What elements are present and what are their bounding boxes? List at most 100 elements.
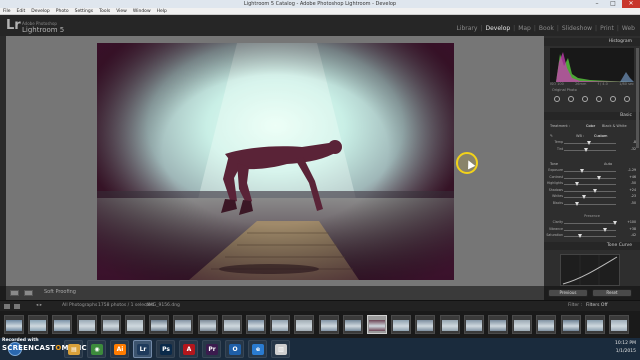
- vibrance-slider[interactable]: [564, 227, 616, 232]
- menu-edit[interactable]: Edit: [17, 8, 26, 15]
- reset-button[interactable]: Reset: [592, 289, 632, 297]
- filmstrip-thumbnail[interactable]: [28, 315, 49, 334]
- slider-knob[interactable]: [597, 175, 602, 180]
- filmstrip-thumbnail[interactable]: [76, 315, 97, 334]
- exposure-value[interactable]: -1.29: [620, 168, 636, 172]
- blacks-slider[interactable]: [564, 201, 616, 206]
- filmstrip-thumbnail[interactable]: [463, 315, 484, 334]
- clarity-value[interactable]: +100: [620, 220, 636, 224]
- filmstrip-thumbnail[interactable]: [536, 315, 557, 334]
- saturation-value[interactable]: -42: [620, 233, 636, 237]
- shadows-value[interactable]: +24: [620, 188, 636, 192]
- adjustment-brush-icon[interactable]: [624, 95, 630, 102]
- slider-knob[interactable]: [593, 188, 598, 193]
- histogram-header[interactable]: Histogram: [544, 38, 640, 46]
- filmstrip-thumbnail[interactable]: [318, 315, 339, 334]
- grid-view-icon[interactable]: [14, 304, 20, 309]
- panel-scrollbar[interactable]: [636, 48, 639, 148]
- filmstrip-thumbnail[interactable]: [173, 315, 194, 334]
- module-book[interactable]: Book: [539, 25, 554, 32]
- slider-knob[interactable]: [580, 169, 585, 173]
- blacks-value[interactable]: -50: [620, 201, 636, 205]
- filmstrip-thumbnail[interactable]: [342, 315, 363, 334]
- module-web[interactable]: Web: [622, 25, 635, 32]
- menu-window[interactable]: Window: [133, 8, 151, 15]
- menu-settings[interactable]: Settings: [75, 8, 93, 15]
- highlights-value[interactable]: -50: [620, 181, 636, 185]
- filmstrip-thumbnail[interactable]: [391, 315, 412, 334]
- minimize-button[interactable]: –: [590, 0, 604, 8]
- filmstrip-thumbnail[interactable]: [512, 315, 533, 334]
- taskbar-photoshop[interactable]: Ps: [156, 340, 175, 358]
- filmstrip-thumbnail[interactable]: [4, 315, 24, 334]
- whites-slider[interactable]: [564, 195, 616, 199]
- filmstrip-thumbnail[interactable]: [584, 315, 605, 334]
- red-eye-icon[interactable]: [582, 95, 588, 102]
- menu-file[interactable]: File: [3, 8, 11, 15]
- soft-proofing-label[interactable]: Soft Proofing: [44, 289, 76, 295]
- slider-knob[interactable]: [577, 234, 582, 238]
- whites-value[interactable]: -23: [620, 194, 636, 198]
- highlights-slider[interactable]: [564, 182, 616, 186]
- contrast-value[interactable]: +46: [620, 175, 636, 179]
- filmstrip-thumbnail[interactable]: [125, 315, 145, 334]
- maximize-button[interactable]: □: [606, 0, 620, 8]
- crop-icon[interactable]: [554, 95, 560, 102]
- filmstrip-thumbnail[interactable]: [246, 315, 266, 334]
- filmstrip-thumbnail[interactable]: [100, 315, 121, 334]
- spot-removal-icon[interactable]: [568, 95, 574, 102]
- filmstrip-thumbnail[interactable]: [439, 315, 460, 334]
- filmstrip[interactable]: [0, 311, 640, 338]
- system-tray[interactable]: 10:12 PM 1/1/2015: [615, 340, 636, 356]
- loupe-view-icon[interactable]: [10, 290, 19, 296]
- module-map[interactable]: Map: [518, 25, 531, 32]
- shadows-slider[interactable]: [564, 188, 616, 193]
- slider-knob[interactable]: [612, 221, 617, 225]
- temp-value[interactable]: -8: [620, 140, 636, 144]
- secondary-display-icon[interactable]: [4, 304, 10, 309]
- taskbar-notepad[interactable]: ▥: [271, 340, 290, 358]
- slider-knob[interactable]: [575, 182, 579, 186]
- treatment-color[interactable]: Color: [586, 124, 595, 128]
- module-slideshow[interactable]: Slideshow: [562, 25, 592, 32]
- filmstrip-thumbnail[interactable]: [149, 315, 170, 334]
- menu-photo[interactable]: Photo: [56, 8, 69, 15]
- original-photo-label[interactable]: Original Photo: [552, 88, 577, 92]
- slider-knob[interactable]: [583, 147, 588, 152]
- slider-knob[interactable]: [602, 227, 607, 232]
- radial-filter-icon[interactable]: [610, 95, 616, 102]
- filmstrip-thumbnail[interactable]: [415, 315, 436, 334]
- taskbar-explorer[interactable]: ▤: [64, 340, 83, 358]
- eyedropper-icon[interactable]: ✎: [550, 134, 553, 138]
- slider-knob[interactable]: [587, 141, 592, 145]
- close-button[interactable]: ✕: [622, 0, 640, 8]
- slider-knob[interactable]: [575, 201, 579, 206]
- taskbar-illustrator[interactable]: Ai: [110, 340, 129, 358]
- tone-curve-header[interactable]: Tone Curve: [544, 242, 640, 250]
- back-forward-icon[interactable]: ◂ ▸: [36, 303, 42, 308]
- exposure-slider[interactable]: [564, 169, 616, 173]
- taskbar-premiere[interactable]: Pr: [202, 340, 221, 358]
- vibrance-value[interactable]: +38: [620, 227, 636, 231]
- wb-value[interactable]: Custom: [594, 134, 607, 138]
- module-library[interactable]: Library: [456, 25, 477, 32]
- taskbar-internet-explorer[interactable]: e: [248, 340, 267, 358]
- filmstrip-thumbnail[interactable]: [294, 315, 315, 334]
- contrast-slider[interactable]: [564, 175, 616, 180]
- filmstrip-thumbnail[interactable]: [367, 315, 387, 334]
- clarity-slider[interactable]: [564, 221, 617, 225]
- module-print[interactable]: Print: [600, 25, 614, 32]
- taskbar-lightroom[interactable]: Lr: [133, 340, 152, 358]
- taskbar-chrome[interactable]: ◉: [87, 340, 106, 358]
- photo-preview[interactable]: [97, 43, 454, 280]
- slider-knob[interactable]: [581, 195, 586, 199]
- filmstrip-thumbnail[interactable]: [270, 315, 291, 334]
- tint-value[interactable]: -32: [620, 147, 636, 151]
- menu-view[interactable]: View: [116, 8, 127, 15]
- menu-help[interactable]: Help: [157, 8, 167, 15]
- taskbar-reader[interactable]: A: [179, 340, 198, 358]
- filmstrip-thumbnail[interactable]: [221, 315, 242, 334]
- filter-value[interactable]: Filters Off: [586, 303, 608, 308]
- treatment-bw[interactable]: Black & White: [602, 124, 627, 128]
- filmstrip-thumbnail[interactable]: [52, 315, 73, 334]
